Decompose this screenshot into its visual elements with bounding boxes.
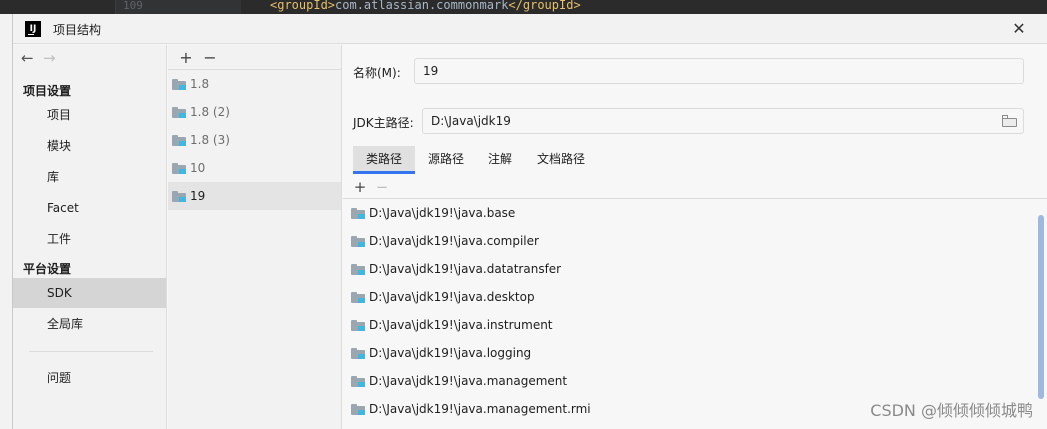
sdk-list-toolbar: + −	[174, 47, 222, 69]
sdk-list-panel: + − 1.8 1.8 (2) 1.8 (3) 10 19	[168, 45, 342, 429]
name-field[interactable]: 19	[414, 58, 1024, 84]
classpath-row[interactable]: D:\Java\jdk19!\java.compiler	[343, 227, 1033, 255]
project-settings-header: 项目设置	[23, 84, 72, 98]
sdk-item-label: 1.8 (2)	[190, 105, 230, 119]
classpath-label: D:\Java\jdk19!\java.datatransfer	[369, 262, 562, 276]
browse-folder-icon[interactable]	[1002, 115, 1017, 127]
close-icon[interactable]: ✕	[1009, 19, 1029, 39]
tab-annotations[interactable]: 注解	[477, 146, 523, 174]
sdk-item[interactable]: 1.8 (2)	[168, 98, 341, 126]
module-folder-icon	[351, 320, 366, 331]
code-text: com.atlassian.commonmark	[335, 0, 509, 12]
classpath-row[interactable]: D:\Java\jdk19!\java.instrument	[343, 311, 1033, 339]
remove-sdk-button[interactable]: −	[198, 47, 222, 69]
module-folder-icon	[351, 208, 366, 219]
classpath-label: D:\Java\jdk19!\java.management.rmi	[369, 402, 591, 416]
name-label: 名称(M):	[353, 66, 401, 80]
nav-item-artifacts[interactable]: 工件	[13, 224, 166, 254]
editor-line-number: 109	[123, 0, 143, 12]
classpath-row[interactable]: D:\Java\jdk19!\java.datatransfer	[343, 255, 1033, 283]
title-bar: IJ 项目结构 ✕	[13, 14, 1047, 44]
tab-classpath[interactable]: 类路径	[353, 146, 415, 174]
nav-item-facets[interactable]: Facet	[13, 193, 166, 223]
sdk-item-label: 1.8	[190, 77, 210, 91]
classpath-label: D:\Java\jdk19!\java.compiler	[369, 234, 539, 248]
jdk-home-field[interactable]: D:\Java\jdk19	[422, 108, 1024, 134]
forward-arrow-icon[interactable]: →	[43, 49, 65, 67]
code-close-tag: </groupId>	[508, 0, 581, 12]
classpath-row[interactable]: D:\Java\jdk19!\java.management	[343, 367, 1033, 395]
nav-divider	[29, 351, 153, 352]
sdk-item-label: 19	[190, 189, 206, 203]
paths-toolbar: + −	[349, 177, 393, 197]
sdk-folder-icon	[172, 107, 187, 118]
module-folder-icon	[351, 292, 366, 303]
back-arrow-icon[interactable]: ←	[21, 49, 43, 67]
sdk-item-selected[interactable]: 19	[168, 182, 341, 210]
module-folder-icon	[351, 264, 366, 275]
scroll-thumb[interactable]	[1038, 215, 1044, 399]
classpath-label: D:\Java\jdk19!\java.management	[369, 374, 568, 388]
classpath-row[interactable]: D:\Java\jdk19!\java.base	[343, 199, 1033, 227]
classpath-label: D:\Java\jdk19!\java.desktop	[369, 290, 535, 304]
nav-item-libraries[interactable]: 库	[13, 162, 166, 192]
remove-path-button[interactable]: −	[371, 177, 393, 197]
sdk-folder-icon	[172, 135, 187, 146]
classpath-label: D:\Java\jdk19!\java.base	[369, 206, 516, 220]
sdk-item[interactable]: 1.8 (3)	[168, 126, 341, 154]
classpath-row[interactable]: D:\Java\jdk19!\java.desktop	[343, 283, 1033, 311]
nav-item-project[interactable]: 项目	[13, 100, 166, 130]
tab-sourcepath[interactable]: 源路径	[415, 146, 477, 174]
nav-item-sdk[interactable]: SDK	[13, 278, 166, 308]
sdk-folder-icon	[172, 191, 187, 202]
sdk-folder-icon	[172, 79, 187, 90]
paths-scrollbar[interactable]	[1038, 201, 1045, 429]
nav-item-global-libraries[interactable]: 全局库	[13, 309, 166, 339]
sdk-item[interactable]: 1.8	[168, 70, 341, 98]
jdk-home-path: D:\Java\jdk19	[431, 114, 511, 128]
sdk-folder-icon	[172, 163, 187, 174]
editor-background: 109 <groupId>com.atlassian.commonmark</g…	[0, 0, 1047, 14]
nav-history: ← →	[21, 49, 65, 69]
classpath-label: D:\Java\jdk19!\java.instrument	[369, 318, 553, 332]
nav-item-modules[interactable]: 模块	[13, 131, 166, 161]
sdk-item[interactable]: 10	[168, 154, 341, 182]
dialog-title: 项目结构	[53, 23, 102, 37]
sdk-detail-panel: 名称(M): 19 JDK主路径: D:\Java\jdk19 类路径 源路径 …	[343, 45, 1047, 429]
module-folder-icon	[351, 404, 366, 415]
classpath-row[interactable]: D:\Java\jdk19!\java.logging	[343, 339, 1033, 367]
add-sdk-button[interactable]: +	[174, 47, 198, 69]
sdk-item-label: 1.8 (3)	[190, 133, 230, 147]
watermark-text: CSDN @倾倾倾倾城鸭	[870, 401, 1033, 420]
code-open-tag: <groupId>	[270, 0, 336, 12]
intellij-logo-icon: IJ	[25, 21, 41, 37]
editor-code-line: <groupId>com.atlassian.commonmark</group…	[270, 0, 581, 11]
tab-documentation-paths[interactable]: 文档路径	[523, 146, 599, 174]
sdk-item-label: 10	[190, 161, 206, 175]
module-folder-icon	[351, 348, 366, 359]
jdk-home-label: JDK主路径:	[353, 116, 414, 130]
nav-item-problems[interactable]: 问题	[13, 363, 166, 393]
project-structure-dialog: IJ 项目结构 ✕ ← → 项目设置 项目 模块 库 Facet 工件 平台设置 …	[12, 14, 1047, 429]
module-folder-icon	[351, 376, 366, 387]
logo-text: IJ	[29, 24, 37, 34]
platform-settings-header: 平台设置	[23, 262, 72, 276]
add-path-button[interactable]: +	[349, 177, 371, 197]
classpath-label: D:\Java\jdk19!\java.logging	[369, 346, 532, 360]
module-folder-icon	[351, 236, 366, 247]
settings-nav: ← → 项目设置 项目 模块 库 Facet 工件 平台设置 SDK 全局库 问题	[13, 45, 167, 429]
